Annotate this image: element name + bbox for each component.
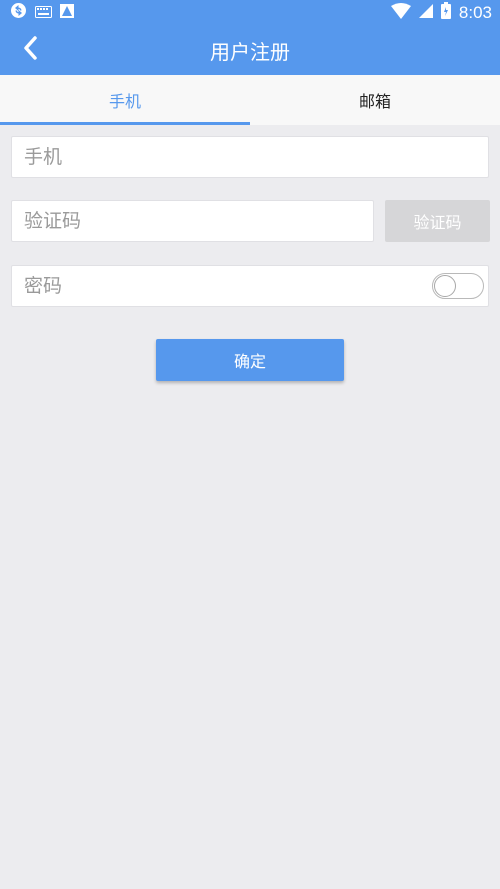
image-icon: [60, 3, 74, 22]
code-input[interactable]: [24, 210, 373, 232]
status-bar: 8:03: [0, 0, 500, 25]
toggle-knob: [434, 275, 456, 297]
keyboard-icon: [35, 3, 52, 22]
password-field: [11, 265, 489, 307]
phone-field: [11, 136, 489, 178]
page-title: 用户注册: [210, 39, 290, 64]
code-field: [11, 200, 374, 242]
battery-icon: [440, 2, 451, 23]
status-left: [10, 2, 74, 23]
confirm-button[interactable]: 确定: [156, 339, 344, 381]
signal-icon: [418, 3, 433, 22]
sync-icon: [10, 2, 27, 23]
password-input[interactable]: [24, 275, 424, 297]
status-time: 8:03: [458, 2, 492, 22]
phone-input[interactable]: [24, 146, 488, 168]
tab-email[interactable]: 邮箱: [250, 75, 500, 125]
status-right: 8:03: [390, 2, 492, 23]
show-password-toggle[interactable]: [432, 273, 484, 299]
back-button[interactable]: [14, 33, 48, 67]
tab-phone[interactable]: 手机: [0, 75, 250, 125]
app-bar: 用户注册: [0, 25, 500, 75]
tab-bar: 手机 邮箱: [0, 75, 500, 125]
chevron-left-icon: [21, 36, 41, 64]
wifi-icon: [390, 2, 411, 23]
get-code-button[interactable]: 验证码: [385, 200, 490, 242]
